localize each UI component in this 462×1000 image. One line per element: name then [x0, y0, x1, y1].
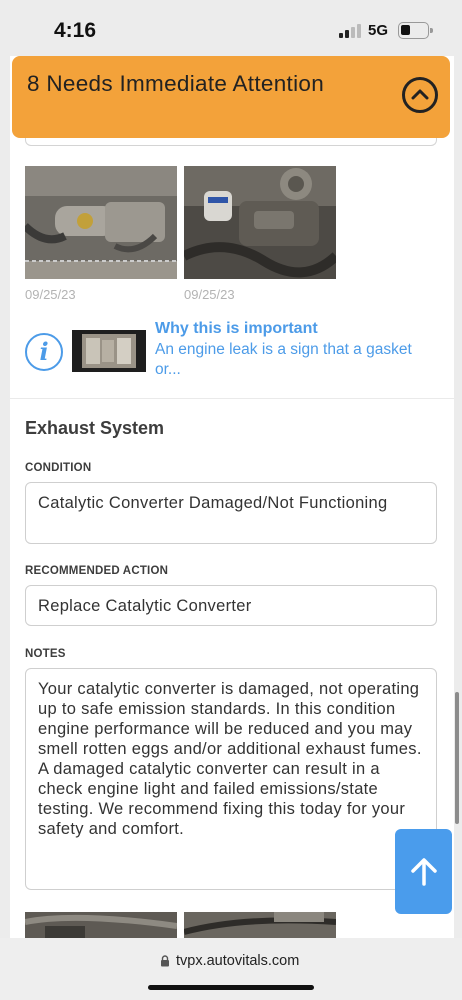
divider: [10, 398, 454, 399]
scroll-to-top-button[interactable]: [395, 829, 452, 914]
info-icon[interactable]: i: [25, 333, 63, 371]
notes-label: NOTES: [25, 648, 66, 660]
cellular-signal-icon: [339, 24, 361, 38]
recommended-action-label: RECOMMENDED ACTION: [25, 565, 169, 577]
why-important-text[interactable]: An engine leak is a sign that a gasket o…: [155, 340, 440, 380]
home-indicator[interactable]: [148, 985, 314, 990]
notes-field: Your catalytic converter is damaged, not…: [25, 668, 437, 890]
chevron-up-circle-icon[interactable]: [402, 77, 438, 113]
attention-header[interactable]: 8 Needs Immediate Attention: [12, 56, 450, 138]
photo-date: 09/25/23: [184, 287, 235, 302]
inspection-photo[interactable]: [184, 912, 336, 938]
condition-label: CONDITION: [25, 462, 92, 474]
scrollbar[interactable]: [455, 692, 459, 824]
inspection-photo[interactable]: [25, 166, 177, 279]
status-time: 4:16: [54, 19, 97, 42]
inspection-photo[interactable]: [184, 166, 336, 279]
url-text[interactable]: tvpx.autovitals.com: [176, 953, 299, 969]
photo-date: 09/25/23: [25, 287, 76, 302]
recommended-action-field: Replace Catalytic Converter: [25, 585, 437, 626]
status-bar: 4:16 5G: [0, 0, 462, 56]
why-important-link[interactable]: Why this is important: [155, 320, 318, 338]
video-thumbnail[interactable]: [72, 330, 146, 372]
header-title: 8 Needs Immediate Attention: [27, 71, 325, 96]
arrow-up-icon: [411, 858, 437, 886]
section-title: Exhaust System: [25, 418, 165, 438]
battery-low-icon: [398, 22, 433, 39]
condition-field: Catalytic Converter Damaged/Not Function…: [25, 482, 437, 544]
network-type: 5G: [368, 22, 389, 39]
lock-icon: [161, 955, 169, 967]
inspection-photo[interactable]: [25, 912, 177, 938]
browser-address-bar[interactable]: [0, 938, 462, 1000]
inspection-card: 09/25/23 09/25/23 i Why this is importan…: [10, 56, 454, 938]
